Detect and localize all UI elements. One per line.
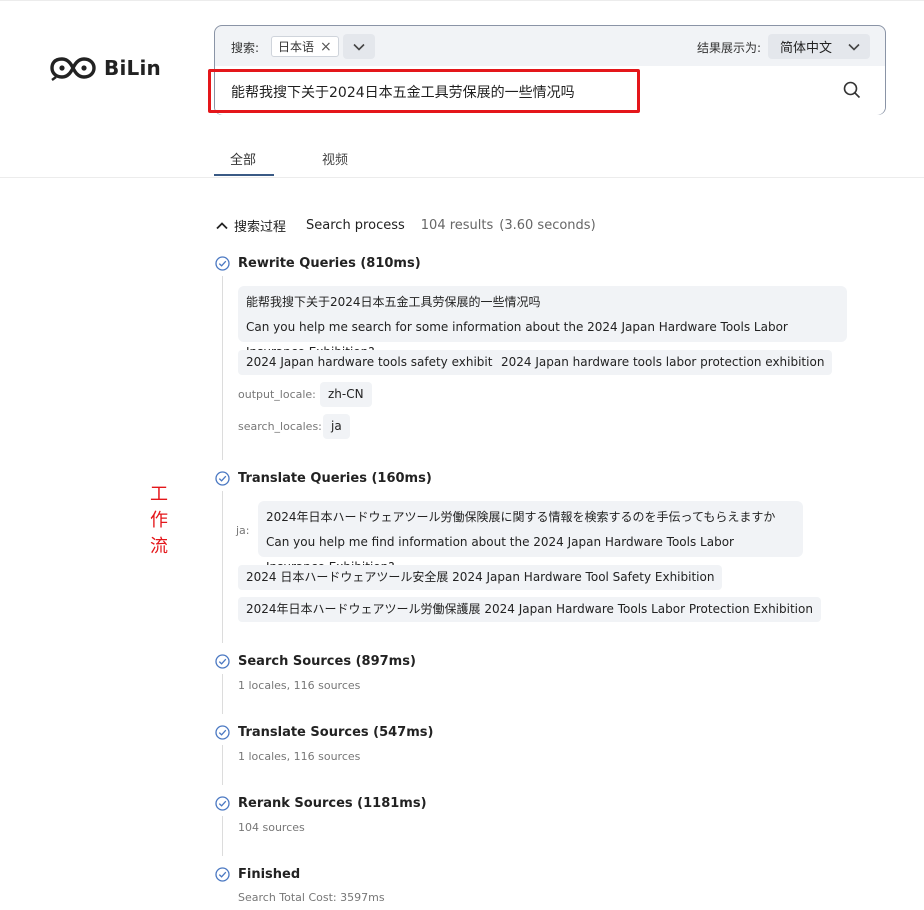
step-detail: 1 locales, 116 sources [238,750,361,763]
translate-query-chip: 2024年日本ハードウェアツール労働保護展 2024 Japan Hardwar… [238,597,821,622]
rewrite-query-chip: 2024 Japan hardware tools safety exhibit… [238,350,519,375]
check-circle-icon [215,796,230,811]
search-panel: 搜索: 日本语 × 结果展示为: 简体中文 能帮我搜下关于2024日本五金工具劳… [214,25,886,115]
search-input-area[interactable]: 能帮我搜下关于2024日本五金工具劳保展的一些情况吗 [215,66,885,115]
result-language-select[interactable]: 简体中文 [768,34,870,59]
step-title: Finished [238,867,301,882]
timeline-line [222,491,223,643]
step-title: Rerank Sources (1181ms) [238,796,427,811]
translate-locale-label: ja: [236,524,250,537]
step-rewrite-queries: Rewrite Queries (810ms) [215,256,421,271]
step-rerank-sources: Rerank Sources (1181ms) [215,796,427,811]
step-title: Rewrite Queries (810ms) [238,256,421,271]
result-count: 104 results [420,218,494,233]
result-language-value: 简体中文 [780,41,833,56]
search-icon[interactable] [843,81,861,103]
step-translate-sources: Translate Sources (547ms) [215,725,433,740]
tab-all[interactable]: 全部 [230,149,256,168]
translate-original-bubble: 2024年日本ハードウェアツール労働保険展に関する情報を検索するのを手伝ってもら… [258,501,803,574]
chevron-down-icon [848,43,860,51]
step-detail: 104 sources [238,821,305,834]
logo-text: BiLin [104,56,161,80]
translate-original-text: 2024年日本ハードウェアツール労働保険展に関する情報を検索するのを手伝ってもら… [266,510,776,524]
result-time: (3.60 seconds) [499,218,596,233]
output-locale-label: output_locale: [238,388,316,401]
step-search-sources: Search Sources (897ms) [215,654,416,669]
language-chip[interactable]: 日本语 × [271,36,339,57]
chevron-up-icon [216,221,228,229]
result-language-label: 结果展示为: [697,41,762,55]
active-tab-indicator [214,174,274,176]
timeline-line [222,745,223,785]
process-title-cn: 搜索过程 [234,220,287,235]
chevron-down-icon [353,43,365,51]
step-finished: Finished [215,867,300,882]
search-language-label: 搜索: [231,41,260,55]
translate-query-chip: 2024 日本ハードウェアツール安全展 2024 Japan Hardware … [238,565,723,590]
tabs-divider [0,177,924,178]
search-locales-label: search_locales: [238,420,322,433]
step-detail: Search Total Cost: 3597ms [238,891,385,904]
step-title: Translate Sources (547ms) [238,725,434,740]
rewrite-original-bubble: 能帮我搜下关于2024日本五金工具劳保展的一些情况吗 Can you help … [238,286,847,359]
step-title: Translate Queries (160ms) [238,471,432,486]
tab-video[interactable]: 视频 [322,149,348,168]
language-chip-label: 日本语 [278,40,315,54]
check-circle-icon [215,867,230,882]
search-process-toggle[interactable]: 搜索过程 Search process 104 results (3.60 se… [216,216,596,235]
step-title: Search Sources (897ms) [238,654,416,669]
check-circle-icon [215,654,230,669]
search-input[interactable]: 能帮我搜下关于2024日本五金工具劳保展的一些情况吗 [231,82,575,102]
check-circle-icon [215,256,230,271]
workflow-annotation: 工作流 [150,484,168,557]
step-translate-queries: Translate Queries (160ms) [215,471,432,486]
timeline-line [222,674,223,714]
bilin-logo[interactable]: BiLin [50,55,161,81]
rewrite-query-chip: 2024 Japan hardware tools labor protecti… [493,350,833,375]
infinity-logo-icon [50,57,96,81]
timeline-line [222,816,223,856]
check-circle-icon [215,725,230,740]
remove-language-icon[interactable]: × [320,40,332,54]
search-options-bar: 搜索: 日本语 × 结果展示为: 简体中文 [215,26,885,66]
check-circle-icon [215,471,230,486]
process-title-en: Search process [306,218,405,233]
rewrite-original-text: 能帮我搜下关于2024日本五金工具劳保展的一些情况吗 [246,295,541,309]
timeline-line [222,276,223,460]
search-locales-value: ja [323,414,350,439]
output-locale-value: zh-CN [320,382,372,407]
step-detail: 1 locales, 116 sources [238,679,361,692]
language-dropdown-button[interactable] [343,34,375,59]
top-divider [0,0,924,1]
